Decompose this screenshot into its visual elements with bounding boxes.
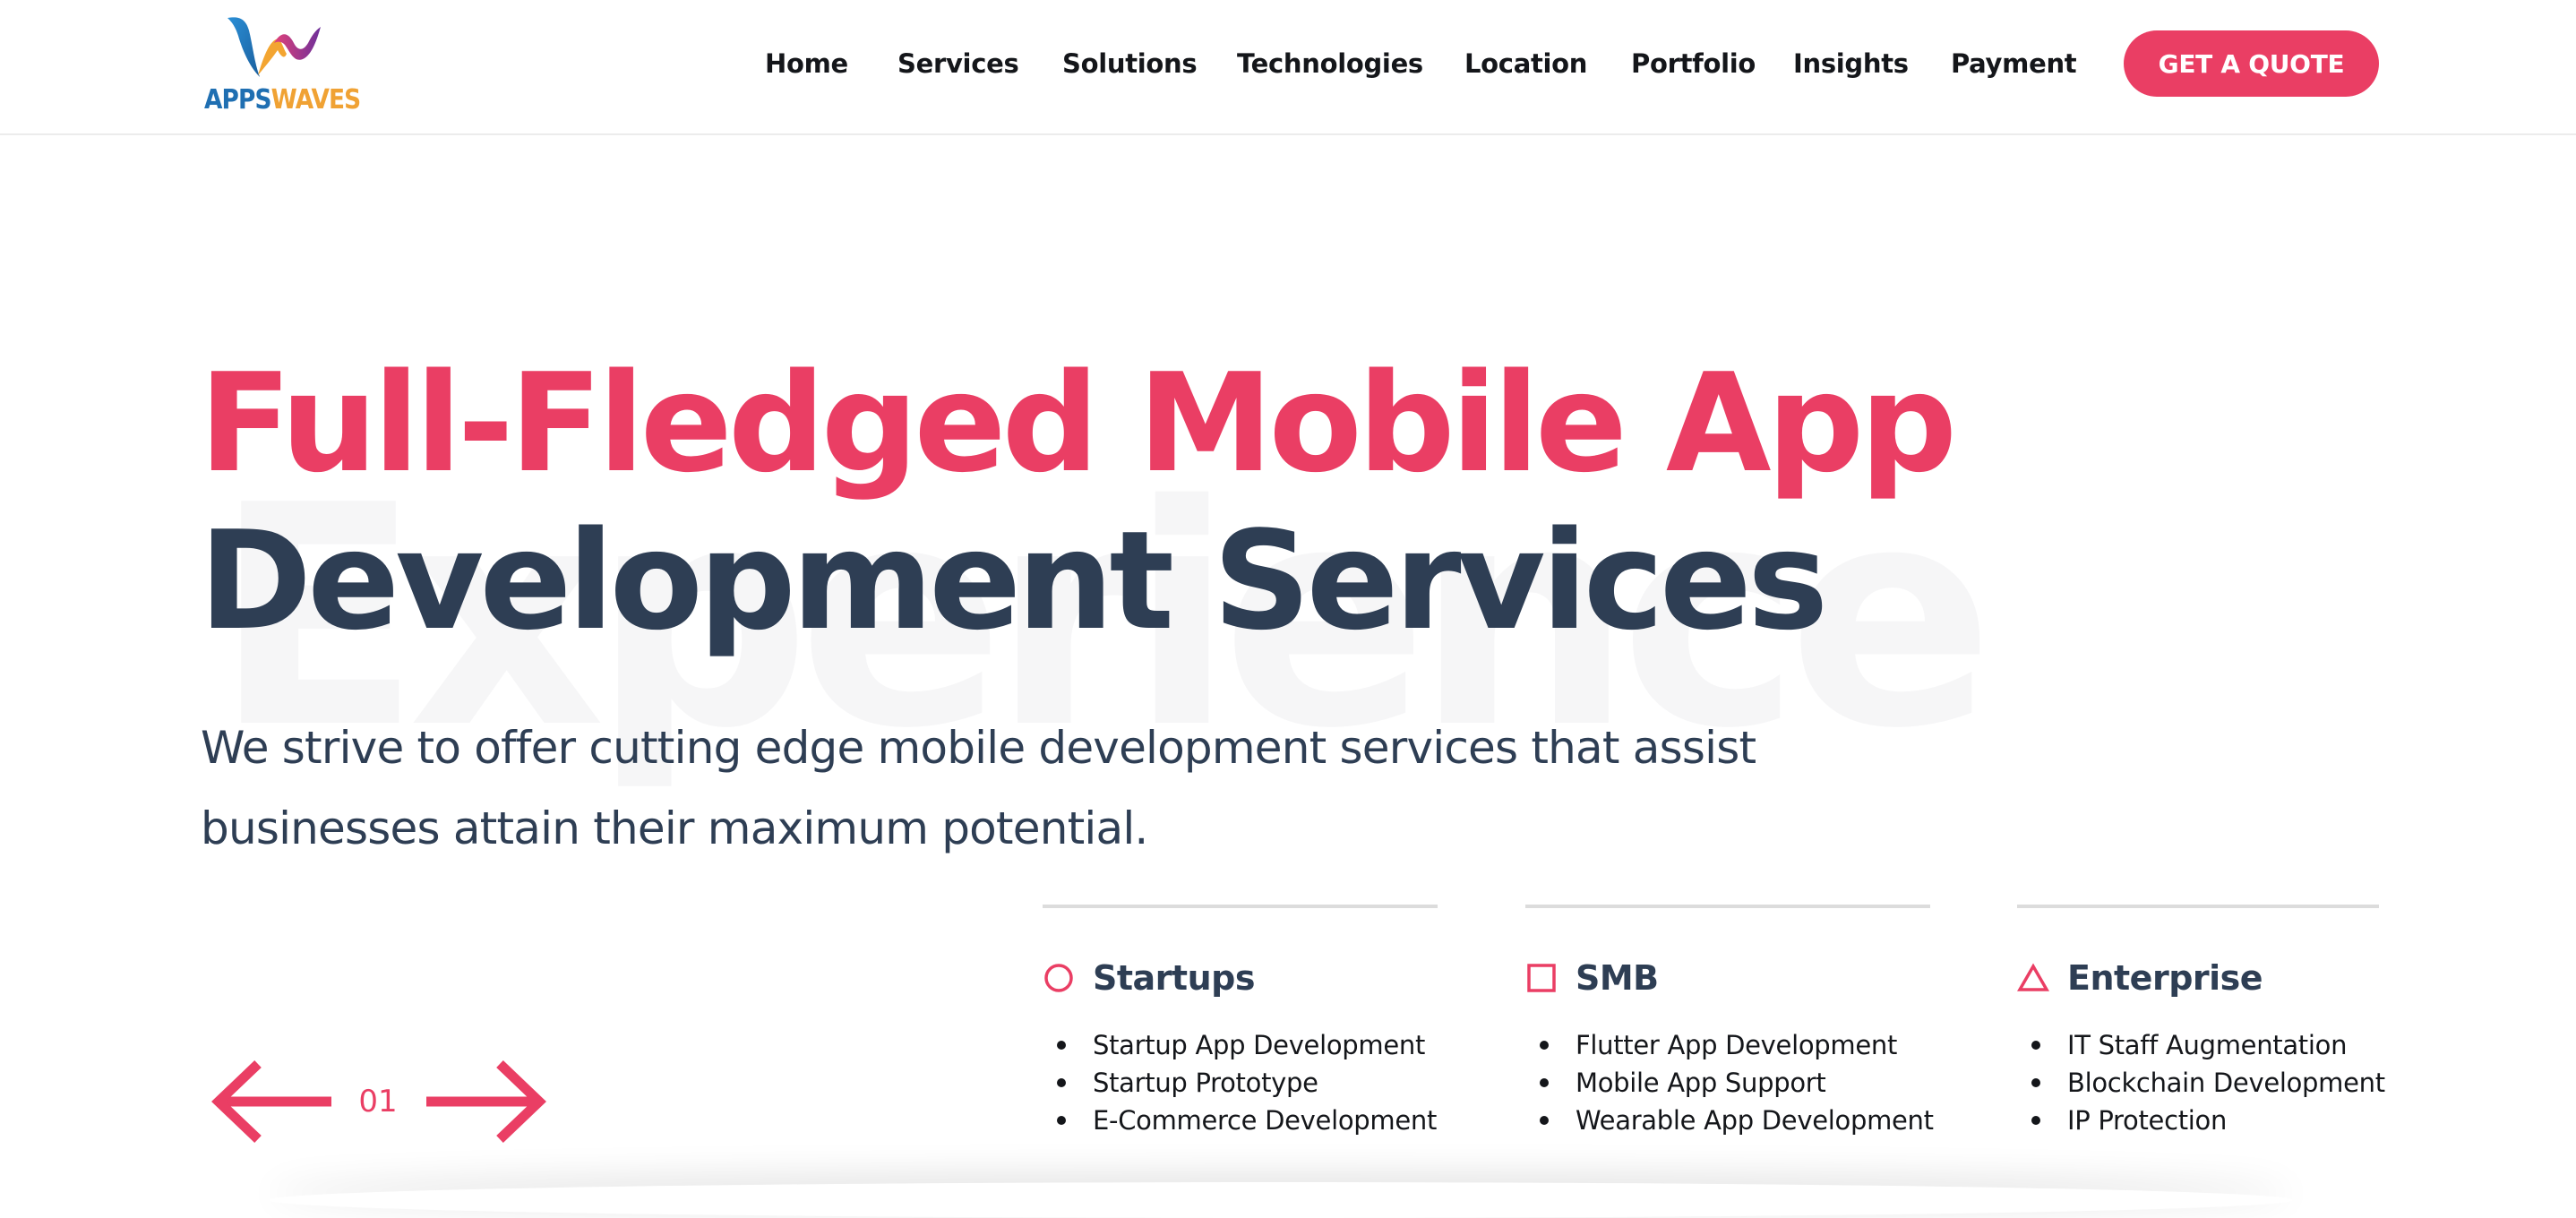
- column-list: IT Staff Augmentation Blockchain Develop…: [2017, 1026, 2385, 1139]
- nav-home[interactable]: Home: [765, 46, 848, 81]
- list-item[interactable]: IP Protection: [2031, 1102, 2385, 1139]
- list-item[interactable]: Startup App Development: [1056, 1026, 1437, 1064]
- column-header: Enterprise: [2017, 958, 2263, 998]
- nav-insights[interactable]: Insights: [1793, 46, 1909, 81]
- column-list: Startup App Development Startup Prototyp…: [1043, 1026, 1437, 1139]
- slide-counter: 01: [358, 1084, 398, 1119]
- column-header: SMB: [1525, 958, 1659, 998]
- column-header: Startups: [1043, 958, 1255, 998]
- column-enterprise: Enterprise IT Staff Augmentation Blockch…: [2017, 905, 2385, 1136]
- get-a-quote-button[interactable]: GET A QUOTE: [2124, 30, 2379, 97]
- column-title: SMB: [1576, 958, 1659, 998]
- list-item[interactable]: Mobile App Support: [1540, 1064, 1934, 1102]
- list-item[interactable]: IT Staff Augmentation: [2031, 1026, 2385, 1064]
- hero-title: Full-Fledged Mobile App Development Serv…: [199, 344, 1957, 660]
- nav-services[interactable]: Services: [897, 46, 1019, 81]
- column-list: Flutter App Development Mobile App Suppo…: [1525, 1026, 1934, 1139]
- list-item[interactable]: Wearable App Development: [1540, 1102, 1934, 1139]
- column-smb: SMB Flutter App Development Mobile App S…: [1525, 905, 1934, 1136]
- hero-title-line1: Full-Fledged Mobile App: [199, 344, 1957, 502]
- logo-wordmark: APPSWAVES: [204, 84, 362, 116]
- square-icon: [1527, 964, 1556, 992]
- list-item[interactable]: Blockchain Development: [2031, 1064, 2385, 1102]
- hero-title-line2: Development Services: [199, 502, 1828, 660]
- nav-technologies[interactable]: Technologies: [1237, 46, 1423, 81]
- nav-location[interactable]: Location: [1464, 46, 1587, 81]
- list-item[interactable]: E-Commerce Development: [1056, 1102, 1437, 1139]
- list-item[interactable]: Startup Prototype: [1056, 1064, 1437, 1102]
- site-header: APPSWAVES Home Services Solutions Techno…: [0, 0, 2576, 135]
- list-item[interactable]: Flutter App Development: [1540, 1026, 1934, 1064]
- nav-payment[interactable]: Payment: [1951, 46, 2077, 81]
- nav-solutions[interactable]: Solutions: [1062, 46, 1198, 81]
- circle-icon: [1044, 964, 1073, 992]
- previous-arrow-icon[interactable]: [208, 1057, 333, 1146]
- column-title: Startups: [1093, 958, 1255, 998]
- next-arrow-icon[interactable]: [425, 1057, 550, 1146]
- next-section-edge: [269, 1182, 2293, 1218]
- column-startups: Startups Startup App Development Startup…: [1043, 905, 1438, 1136]
- hero-subtitle: We strive to offer cutting edge mobile d…: [201, 722, 1756, 854]
- logo-text-apps: APPS: [204, 84, 272, 116]
- nav-portfolio[interactable]: Portfolio: [1631, 46, 1756, 81]
- column-title: Enterprise: [2067, 958, 2263, 998]
- logo-text-waves: WAVES: [270, 84, 362, 116]
- triangle-icon: [2017, 963, 2049, 991]
